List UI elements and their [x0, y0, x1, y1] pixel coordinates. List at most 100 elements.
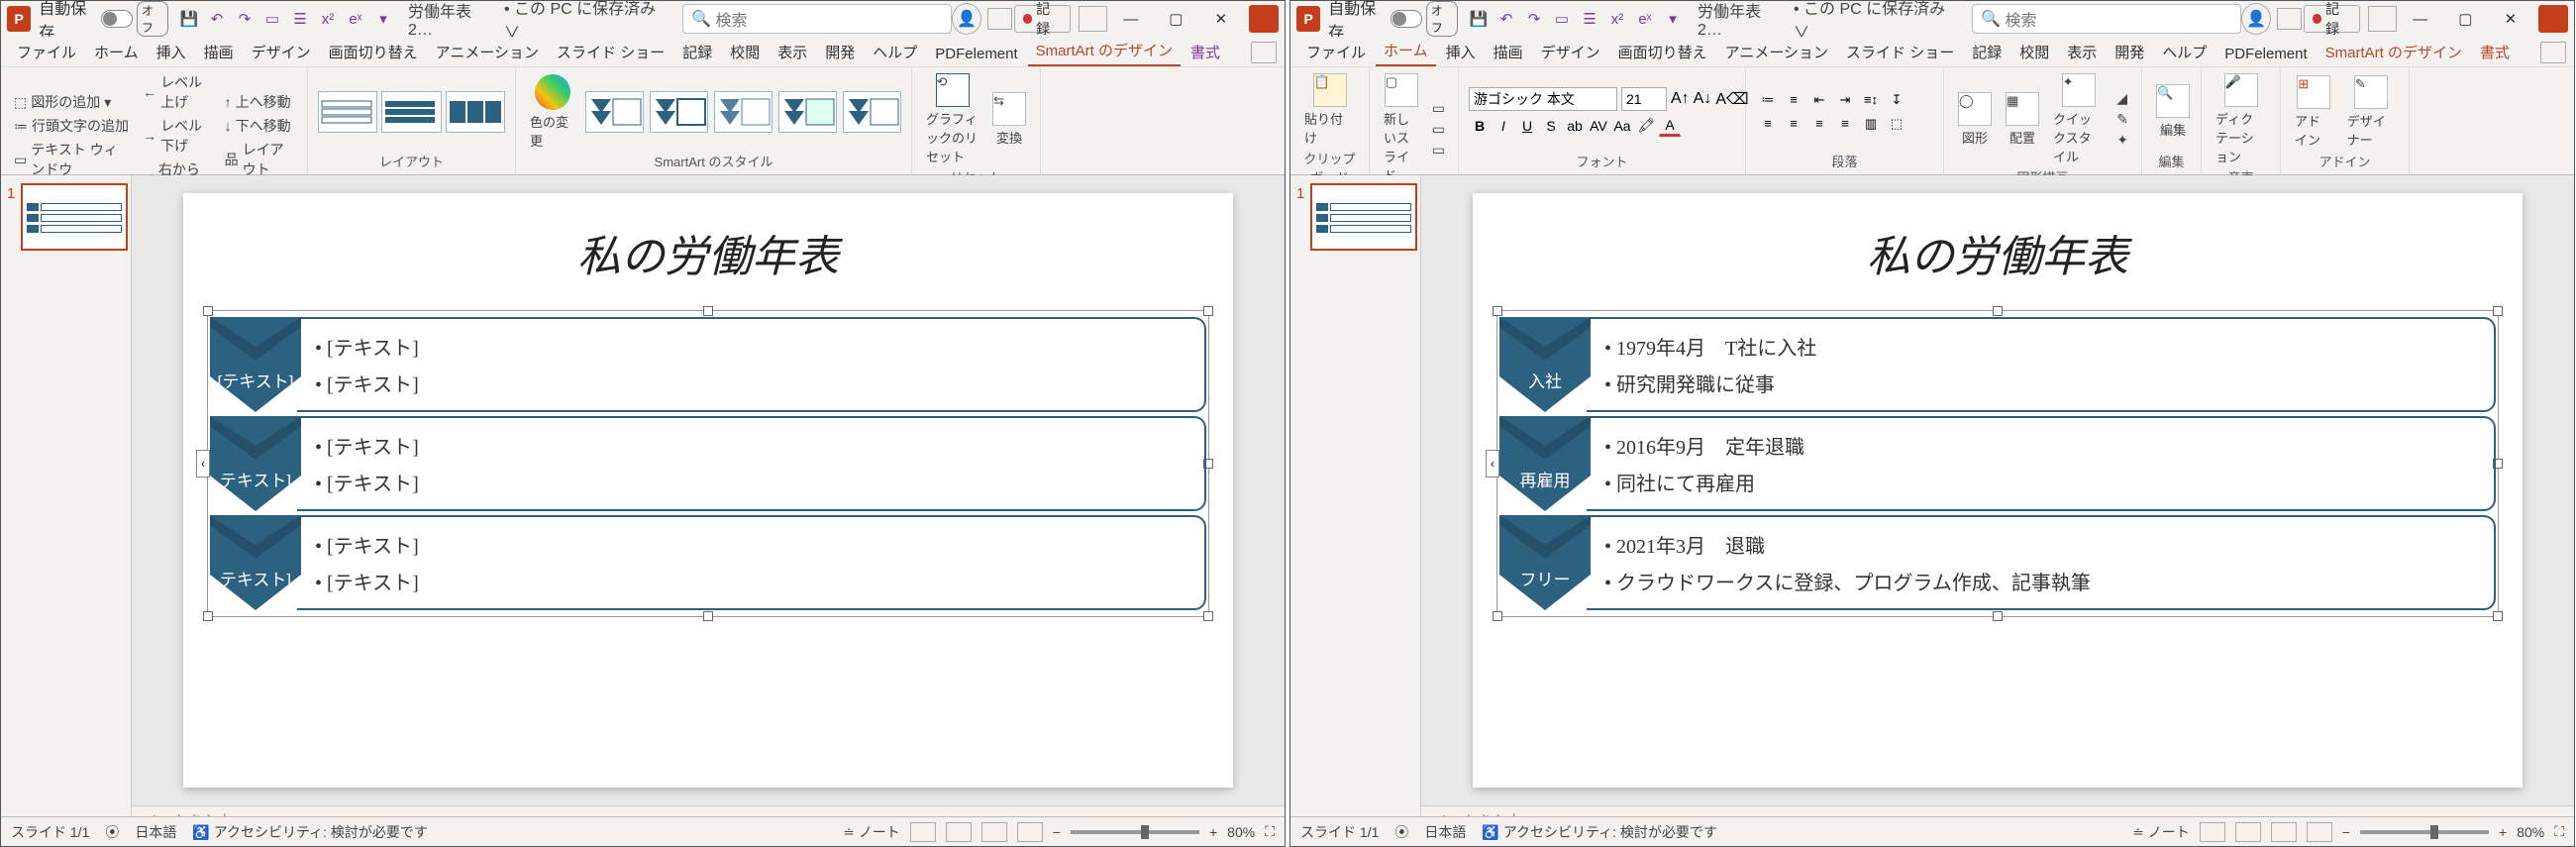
mic-icon[interactable]	[2368, 6, 2397, 32]
tab-slideshow[interactable]: スライド ショー	[1838, 38, 1962, 66]
close-button[interactable]: ✕	[1199, 3, 1243, 35]
change-colors-button[interactable]: 色の変更	[526, 72, 579, 152]
justify-icon[interactable]: ≡	[1833, 113, 1857, 135]
toggle-icon[interactable]	[101, 10, 133, 28]
italic-button[interactable]: I	[1493, 115, 1514, 137]
save-icon[interactable]: 💾	[178, 8, 200, 30]
spellcheck-icon[interactable]: ⦿	[1394, 822, 1408, 842]
fit-window-icon[interactable]: ⛶	[1265, 823, 1275, 840]
slideshow-view-icon[interactable]	[1017, 822, 1043, 842]
increase-font-icon[interactable]: A↑	[1671, 90, 1690, 108]
tab-design[interactable]: デザイン	[244, 38, 319, 66]
decrease-font-icon[interactable]: A↓	[1694, 90, 1712, 108]
tab-dev[interactable]: 開発	[2107, 38, 2152, 66]
share-button[interactable]	[1249, 5, 1279, 33]
minimize-button[interactable]: —	[1109, 3, 1153, 35]
accessibility-status[interactable]: ♿ アクセシビリティ: 検討が必要です	[192, 822, 428, 842]
slide-counter[interactable]: スライド 1/1	[1300, 822, 1379, 842]
slide-counter[interactable]: スライド 1/1	[11, 822, 89, 842]
user-icon[interactable]: 👤	[952, 3, 981, 35]
from-beginning-icon[interactable]: ▭	[261, 8, 283, 30]
tab-format[interactable]: 書式	[1183, 38, 1228, 66]
smartart-row-3[interactable]: テキスト] [テキスト][テキスト]	[210, 515, 1206, 610]
thumbnail-panel[interactable]: 1	[1, 175, 132, 816]
convert-smartart-icon[interactable]: ⬚	[1885, 113, 1908, 135]
clear-format-icon[interactable]: A⌫	[1715, 89, 1748, 109]
tab-draw[interactable]: 描画	[196, 38, 242, 66]
text-pane-expand-button[interactable]: ‹	[196, 450, 210, 477]
tab-record[interactable]: 記録	[1964, 38, 2009, 66]
search-box[interactable]: 🔍 検索	[682, 4, 952, 34]
minimize-button[interactable]: —	[2399, 3, 2442, 35]
slide-thumbnail-1[interactable]: 1	[1310, 183, 1417, 251]
text-pane-expand-button[interactable]: ‹	[1486, 450, 1499, 477]
zoom-slider[interactable]	[2360, 830, 2489, 834]
slide-title[interactable]: 私の労働年表	[207, 221, 1209, 284]
tab-draw[interactable]: 描画	[1486, 38, 1531, 66]
designer-button[interactable]: ✎デザイナー	[2343, 73, 2399, 151]
indent-dec-icon[interactable]: ⇤	[1807, 89, 1831, 111]
layout-option-2[interactable]	[381, 91, 441, 133]
reading-view-icon[interactable]	[981, 822, 1007, 842]
slide-canvas[interactable]: 私の労働年表 ‹ 入社 1979年4月 T社に入社研究開発職に従事 再雇用	[1421, 175, 2574, 805]
smartart-row-3[interactable]: フリー 2021年3月 退職クラウドワークスに登録、プログラム作成、記事執筆	[1499, 515, 2496, 610]
paste-button[interactable]: 📋貼り付け	[1300, 71, 1359, 149]
document-name[interactable]: 労働年表2…	[408, 0, 490, 40]
style-4[interactable]	[778, 91, 837, 133]
spacing-button[interactable]: AV	[1588, 115, 1609, 137]
zoom-out-icon[interactable]: −	[1053, 824, 1061, 840]
strike-button[interactable]: S	[1540, 115, 1562, 137]
smartart-row-1[interactable]: [テキスト] [テキスト][テキスト]	[210, 317, 1206, 412]
normal-view-icon[interactable]	[910, 822, 936, 842]
tab-pdf[interactable]: PDFelement	[2216, 42, 2315, 66]
zoom-in-icon[interactable]: +	[2499, 824, 2507, 840]
tab-slideshow[interactable]: スライド ショー	[549, 38, 672, 66]
tab-review[interactable]: 校閲	[722, 38, 768, 66]
accessibility-status[interactable]: ♿ アクセシビリティ: 検討が必要です	[1482, 822, 1717, 842]
smartart-row-2[interactable]: 再雇用 2016年9月 定年退職同社にて再雇用	[1499, 416, 2496, 511]
layout-option-1[interactable]	[318, 91, 377, 133]
zoom-in-icon[interactable]: +	[1209, 824, 1217, 840]
notes-button[interactable]: ≐ ノート	[2132, 822, 2190, 842]
case-button[interactable]: Aa	[1611, 115, 1633, 137]
from-beginning-icon[interactable]: ▭	[1551, 8, 1573, 30]
maximize-button[interactable]: ▢	[1155, 3, 1198, 35]
tab-record[interactable]: 記録	[674, 38, 720, 66]
slide-thumbnail-1[interactable]: 1	[21, 183, 128, 251]
close-button[interactable]: ✕	[2489, 3, 2532, 35]
dictate-button[interactable]: 🎤ディクテーション	[2212, 71, 2270, 167]
zoom-percent[interactable]: 80%	[1227, 824, 1255, 840]
record-button[interactable]: 記録	[1014, 5, 1072, 33]
normal-view-icon[interactable]	[2200, 822, 2225, 842]
quick-styles-button[interactable]: ✦クイックスタイル	[2049, 71, 2108, 167]
mic-icon[interactable]	[1079, 6, 1107, 32]
level-up-button[interactable]: ← レベル上げ	[140, 71, 215, 113]
smartart-container[interactable]: ‹ 入社 1979年4月 T社に入社研究開発職に従事 再雇用 2016年9月 定…	[1496, 310, 2499, 617]
style-5[interactable]	[843, 91, 901, 133]
collapse-ribbon-icon[interactable]	[1251, 42, 1277, 63]
document-name[interactable]: 労働年表2…	[1698, 0, 1780, 40]
more-icon[interactable]: ▾	[372, 8, 394, 30]
shapes-button[interactable]: ◯図形	[1954, 90, 1996, 149]
tab-file[interactable]: ファイル	[9, 38, 84, 66]
tab-smartart-design[interactable]: SmartArt のデザイン	[1028, 36, 1181, 66]
ribbon-mode-icon[interactable]	[987, 8, 1012, 30]
tab-transition[interactable]: 画面切り替え	[321, 38, 426, 66]
underline-button[interactable]: U	[1516, 115, 1538, 137]
align-right-icon[interactable]: ≡	[1807, 113, 1831, 135]
style-1[interactable]	[585, 91, 644, 133]
move-down-button[interactable]: ↓ 下へ移動	[222, 115, 297, 137]
tab-format[interactable]: 書式	[2472, 38, 2518, 66]
maximize-button[interactable]: ▢	[2444, 3, 2488, 35]
notes-placeholder[interactable]: ノートを入力	[132, 805, 1285, 816]
tab-view[interactable]: 表示	[2059, 38, 2105, 66]
user-icon[interactable]: 👤	[2241, 3, 2271, 35]
new-slide-button[interactable]: ▢新しいスライド	[1380, 71, 1423, 186]
columns-icon[interactable]: ▥	[1859, 113, 1883, 135]
convert-button[interactable]: ⇆変換	[988, 90, 1030, 149]
tab-view[interactable]: 表示	[770, 38, 815, 66]
superscript-icon[interactable]: eˣ	[345, 8, 366, 30]
tab-help[interactable]: ヘルプ	[2154, 38, 2215, 66]
tab-anim[interactable]: アニメーション	[1717, 38, 1836, 66]
search-box[interactable]: 🔍 検索	[1972, 4, 2241, 34]
